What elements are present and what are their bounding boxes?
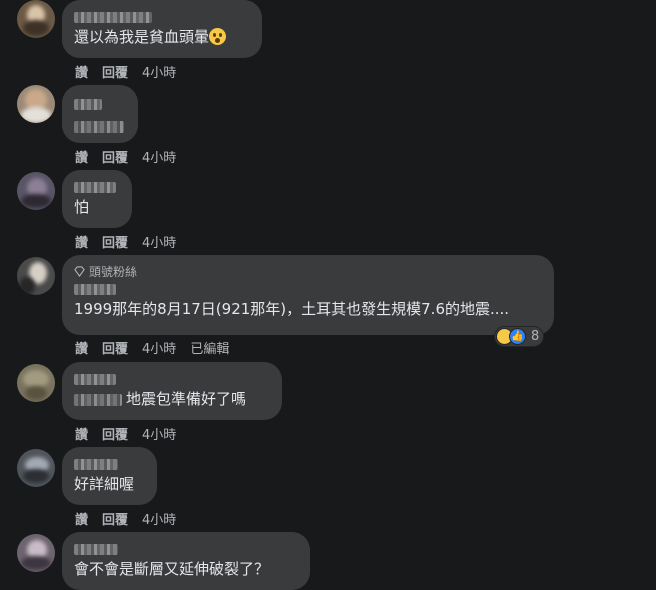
comment-text: 地震包準備好了嗎 <box>74 389 270 409</box>
comment-text-content: 地震包準備好了嗎 <box>126 390 247 408</box>
commenter-name[interactable] <box>74 99 102 110</box>
reply-button[interactable]: 回覆 <box>102 424 128 443</box>
comment-text-blurred <box>74 120 124 133</box>
comment-text-content: 還以為我是貧血頭暈 <box>74 28 210 46</box>
comment-text: 會不會是斷層又延伸破裂了？ <box>74 560 270 578</box>
reply-button[interactable]: 回覆 <box>102 62 128 81</box>
edited-label[interactable]: 已編輯 <box>190 338 229 357</box>
avatar[interactable] <box>17 172 55 210</box>
comment-bubble: 好詳細喔 <box>62 447 157 505</box>
avatar[interactable] <box>17 85 55 123</box>
like-button[interactable]: 讚 <box>75 62 88 81</box>
commenter-name[interactable] <box>74 182 116 193</box>
like-button[interactable]: 讚 <box>75 424 88 443</box>
comment-text-blurred <box>74 393 122 406</box>
timestamp[interactable]: 4小時 <box>142 232 176 251</box>
comment-bubble: 地震包準備好了嗎 <box>62 362 282 420</box>
comment-bubble: 會不會是斷層又延伸破裂了？ <box>62 532 310 590</box>
timestamp[interactable]: 4小時 <box>142 62 176 81</box>
timestamp[interactable]: 4小時 <box>142 509 176 528</box>
comment-text: 好詳細喔 <box>74 475 135 493</box>
comment-bubble: 還以為我是貧血頭暈 <box>62 0 262 58</box>
comment-text: 怕 <box>74 198 90 216</box>
avatar[interactable] <box>17 364 55 402</box>
timestamp[interactable]: 4小時 <box>142 338 176 357</box>
reply-button[interactable]: 回覆 <box>102 147 128 166</box>
astonished-emoji-icon <box>209 28 227 45</box>
top-fan-badge[interactable]: 頭號粉絲 <box>74 263 542 280</box>
comment-bubble <box>62 85 138 143</box>
reply-button[interactable]: 回覆 <box>102 232 128 251</box>
like-button[interactable]: 讚 <box>75 338 88 357</box>
comment-text: 1999那年的8月17日(921那年)，土耳其也發生規模7.6的地震.... <box>74 300 510 318</box>
comment-text: 還以為我是貧血頭暈 <box>74 27 250 47</box>
like-button[interactable]: 讚 <box>75 147 88 166</box>
comment-actions: 讚 回覆 4小時 <box>75 62 176 81</box>
commenter-name[interactable] <box>74 544 118 555</box>
commenter-name[interactable] <box>74 374 116 385</box>
comment-actions: 讚 回覆 4小時 已編輯 <box>75 338 229 357</box>
timestamp[interactable]: 4小時 <box>142 147 176 166</box>
comment-actions: 讚 回覆 4小時 <box>75 232 176 251</box>
avatar[interactable] <box>17 257 55 295</box>
comment-actions: 讚 回覆 4小時 <box>75 147 176 166</box>
comment-bubble: 怕 <box>62 170 132 228</box>
reply-button[interactable]: 回覆 <box>102 338 128 357</box>
badge-label: 頭號粉絲 <box>89 265 138 279</box>
comment-bubble: 頭號粉絲 1999那年的8月17日(921那年)，土耳其也發生規模7.6的地震.… <box>62 255 554 335</box>
like-button[interactable]: 讚 <box>75 232 88 251</box>
reactions-summary[interactable]: 👍 8 <box>495 327 544 346</box>
reply-button[interactable]: 回覆 <box>102 509 128 528</box>
diamond-icon <box>74 266 85 277</box>
like-button[interactable]: 讚 <box>75 509 88 528</box>
timestamp[interactable]: 4小時 <box>142 424 176 443</box>
commenter-name[interactable] <box>74 284 116 295</box>
comment-actions: 讚 回覆 4小時 <box>75 509 176 528</box>
like-reaction-icon: 👍 <box>509 328 526 345</box>
reaction-count: 8 <box>531 329 540 344</box>
avatar[interactable] <box>17 0 55 38</box>
comment-actions: 讚 回覆 4小時 <box>75 424 176 443</box>
commenter-name[interactable] <box>74 459 118 470</box>
commenter-name[interactable] <box>74 12 152 23</box>
avatar[interactable] <box>17 449 55 487</box>
avatar[interactable] <box>17 534 55 572</box>
